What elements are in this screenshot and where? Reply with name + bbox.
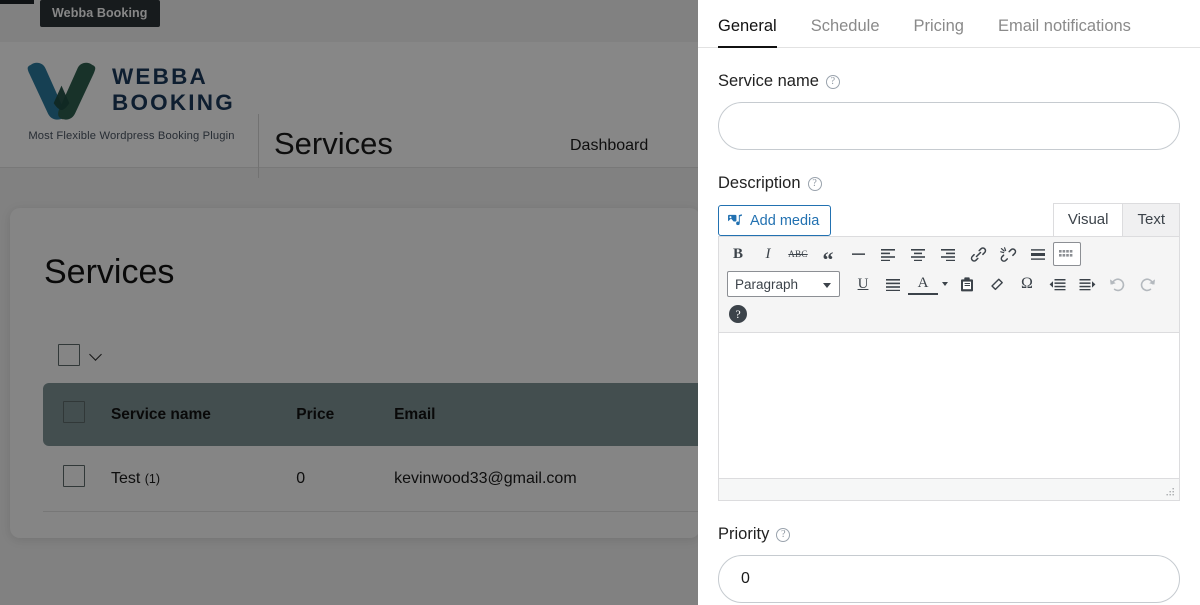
keyboard-shortcuts-help-icon[interactable]: ? xyxy=(729,305,747,323)
service-name-field-group: Service name ? xyxy=(698,72,1200,150)
cell-price: 0 xyxy=(296,446,395,512)
bulk-select-checkbox[interactable] xyxy=(58,344,80,366)
brand-logo: WEBBA BOOKING Most Flexible Wordpress Bo… xyxy=(24,59,239,142)
text-color-icon[interactable]: A xyxy=(908,273,938,295)
help-icon[interactable]: ? xyxy=(807,176,822,191)
column-header-price[interactable]: Price xyxy=(296,383,395,446)
indent-icon[interactable] xyxy=(1072,269,1102,299)
services-table: Service name Price Email Test (1) 0 kevi… xyxy=(43,383,700,512)
toolbar-row-3: ? xyxy=(723,299,1175,329)
description-label: Description xyxy=(718,174,801,192)
align-left-icon[interactable] xyxy=(873,239,903,269)
column-header-email[interactable]: Email xyxy=(394,383,700,446)
underline-icon[interactable]: U xyxy=(848,269,878,299)
blockquote-icon[interactable]: “ xyxy=(813,239,843,271)
brand-line-1: WEBBA xyxy=(112,64,208,89)
justify-icon[interactable] xyxy=(878,269,908,299)
editor-top-row: Add media Visual Text xyxy=(718,203,1180,237)
align-right-icon[interactable] xyxy=(933,239,963,269)
align-center-icon[interactable] xyxy=(903,239,933,269)
row-select-cell xyxy=(43,446,111,512)
nav-link-dashboard[interactable]: Dashboard xyxy=(570,137,648,155)
table-row[interactable]: Test (1) 0 kevinwood33@gmail.com xyxy=(43,446,700,512)
plugin-header: WEBBA BOOKING Most Flexible Wordpress Bo… xyxy=(0,42,700,178)
horizontal-rule-icon[interactable] xyxy=(843,239,873,269)
tab-pricing[interactable]: Pricing xyxy=(914,17,964,47)
editor-container: B I ABC “ Paragraph U A Ω ? xyxy=(718,236,1180,501)
strikethrough-icon[interactable]: ABC xyxy=(783,239,813,269)
admin-menu-tooltip: Webba Booking xyxy=(40,0,160,27)
add-media-button[interactable]: Add media xyxy=(718,205,832,236)
help-icon[interactable]: ? xyxy=(825,74,840,89)
toolbar-row-1: B I ABC “ xyxy=(723,239,1175,271)
paste-as-text-icon[interactable] xyxy=(952,269,982,299)
chevron-down-icon[interactable] xyxy=(90,349,102,361)
editor-toolbar: B I ABC “ Paragraph U A Ω ? xyxy=(719,237,1179,333)
cell-service-name: Test (1) xyxy=(110,446,297,512)
read-more-icon[interactable] xyxy=(1023,239,1053,269)
column-header-service-name[interactable]: Service name xyxy=(110,383,297,446)
description-field-group: Description ? xyxy=(698,174,1200,193)
description-label-row: Description ? xyxy=(718,174,1180,193)
screen-root: Webba Booking WEBBA BOOKING Most Flexibl… xyxy=(0,0,1200,605)
service-name-text: Test xyxy=(110,469,141,487)
service-name-label-row: Service name ? xyxy=(718,72,1180,91)
table-header-row: Service name Price Email xyxy=(43,383,700,446)
panel-tabs: General Schedule Pricing Email notificat… xyxy=(698,0,1200,48)
tab-email-notifications[interactable]: Email notifications xyxy=(998,17,1131,47)
service-name-input[interactable] xyxy=(718,102,1180,150)
insert-link-icon[interactable] xyxy=(963,239,993,269)
services-card: Services Service name Price Email Test (… xyxy=(10,208,700,538)
admin-bar-strip xyxy=(0,0,34,4)
outdent-icon[interactable] xyxy=(1042,269,1072,299)
card-title: Services xyxy=(44,253,175,291)
editor-mode-tabs: Visual Text xyxy=(1052,203,1180,237)
webba-w-logo-icon xyxy=(24,59,99,121)
priority-field-group: Priority ? xyxy=(698,525,1200,603)
page-title: Services xyxy=(274,126,393,161)
priority-input[interactable] xyxy=(718,555,1180,603)
bulk-actions-row xyxy=(58,344,102,366)
undo-icon[interactable] xyxy=(1102,269,1132,299)
remove-link-icon[interactable] xyxy=(993,239,1023,269)
header-divider xyxy=(258,114,259,178)
select-all-header xyxy=(43,383,111,446)
brand-tagline: Most Flexible Wordpress Booking Plugin xyxy=(28,130,235,142)
help-icon[interactable]: ? xyxy=(776,527,791,542)
brand-line-2: BOOKING xyxy=(112,89,235,115)
editor-tab-text[interactable]: Text xyxy=(1122,203,1180,237)
select-all-checkbox[interactable] xyxy=(63,401,85,423)
cell-email: kevinwood33@gmail.com xyxy=(394,446,700,512)
editor-tab-visual[interactable]: Visual xyxy=(1052,203,1124,237)
service-edit-panel: General Schedule Pricing Email notificat… xyxy=(698,0,1200,605)
redo-icon[interactable] xyxy=(1132,269,1162,299)
editor-status-bar xyxy=(719,478,1179,500)
wordpress-admin-page: Webba Booking WEBBA BOOKING Most Flexibl… xyxy=(0,0,700,605)
description-editor-body[interactable] xyxy=(719,333,1179,478)
priority-label: Priority xyxy=(718,525,770,543)
editor-resize-handle[interactable] xyxy=(1164,486,1176,498)
special-character-icon[interactable]: Ω xyxy=(1012,269,1042,299)
clear-formatting-icon[interactable] xyxy=(982,269,1012,299)
priority-label-row: Priority ? xyxy=(718,525,1180,544)
wp-editor: Add media Visual Text B I ABC “ Paragrap… xyxy=(718,203,1180,501)
toolbar-toggle-icon[interactable] xyxy=(1053,242,1081,266)
tab-general[interactable]: General xyxy=(718,17,777,48)
paragraph-format-select[interactable]: Paragraph xyxy=(727,271,840,297)
row-checkbox[interactable] xyxy=(63,465,85,487)
toolbar-row-2: Paragraph U A Ω xyxy=(723,269,1175,299)
service-name-label: Service name xyxy=(718,72,819,90)
service-count-text: (1) xyxy=(144,471,161,486)
tab-schedule[interactable]: Schedule xyxy=(811,17,880,47)
bold-icon[interactable]: B xyxy=(723,239,753,269)
italic-icon[interactable]: I xyxy=(753,239,783,269)
add-media-label: Add media xyxy=(750,212,820,229)
text-color-chevron-down-icon[interactable] xyxy=(938,269,952,299)
media-icon xyxy=(728,213,743,228)
